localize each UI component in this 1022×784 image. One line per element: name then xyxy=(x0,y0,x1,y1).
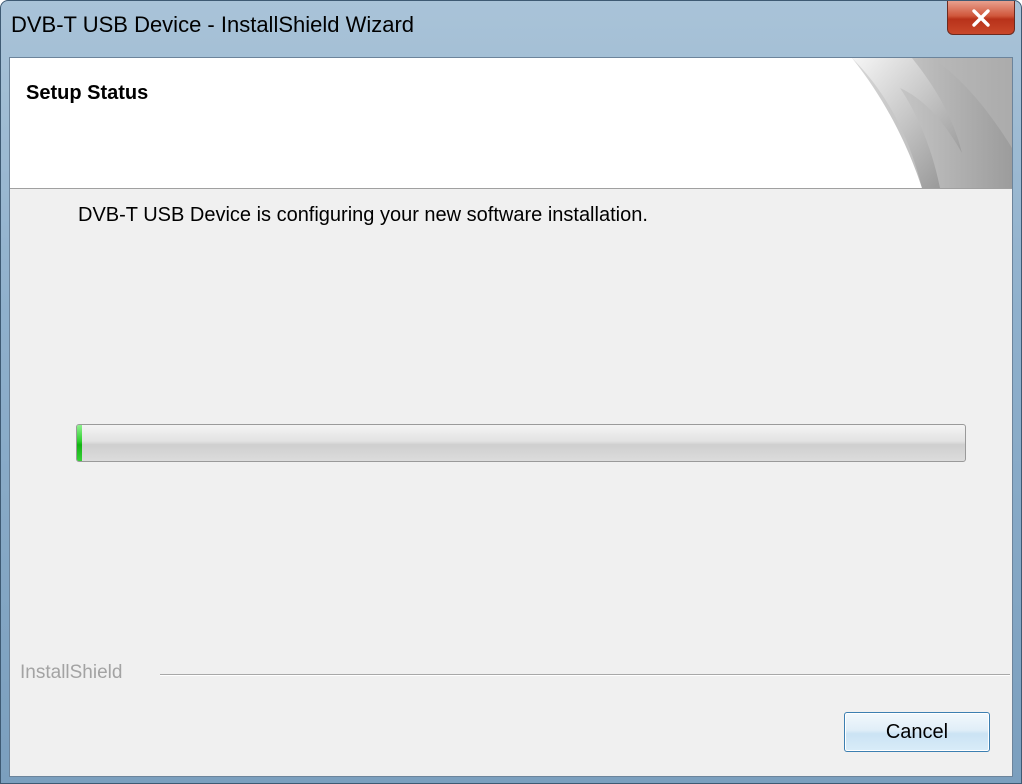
status-message: DVB-T USB Device is configuring your new… xyxy=(78,204,648,226)
wizard-header: Setup Status xyxy=(10,58,1012,189)
install-progress-bar xyxy=(76,424,966,462)
close-button[interactable] xyxy=(947,1,1015,35)
page-title: Setup Status xyxy=(26,82,149,104)
separator-line xyxy=(160,674,1010,676)
wizard-client-area: Setup Status DVB-T USB Device is configu… xyxy=(9,57,1013,777)
page-curl-graphic xyxy=(812,58,1012,188)
installshield-branding: InstallShield xyxy=(10,662,1012,686)
progress-fill xyxy=(77,425,83,461)
close-icon xyxy=(970,8,992,28)
window-title: DVB-T USB Device - InstallShield Wizard xyxy=(11,12,415,37)
brand-label: InstallShield xyxy=(20,662,133,684)
installer-window: DVB-T USB Device - InstallShield Wizard … xyxy=(0,0,1022,784)
title-bar[interactable]: DVB-T USB Device - InstallShield Wizard xyxy=(1,1,1021,57)
cancel-button[interactable]: Cancel xyxy=(844,712,990,752)
